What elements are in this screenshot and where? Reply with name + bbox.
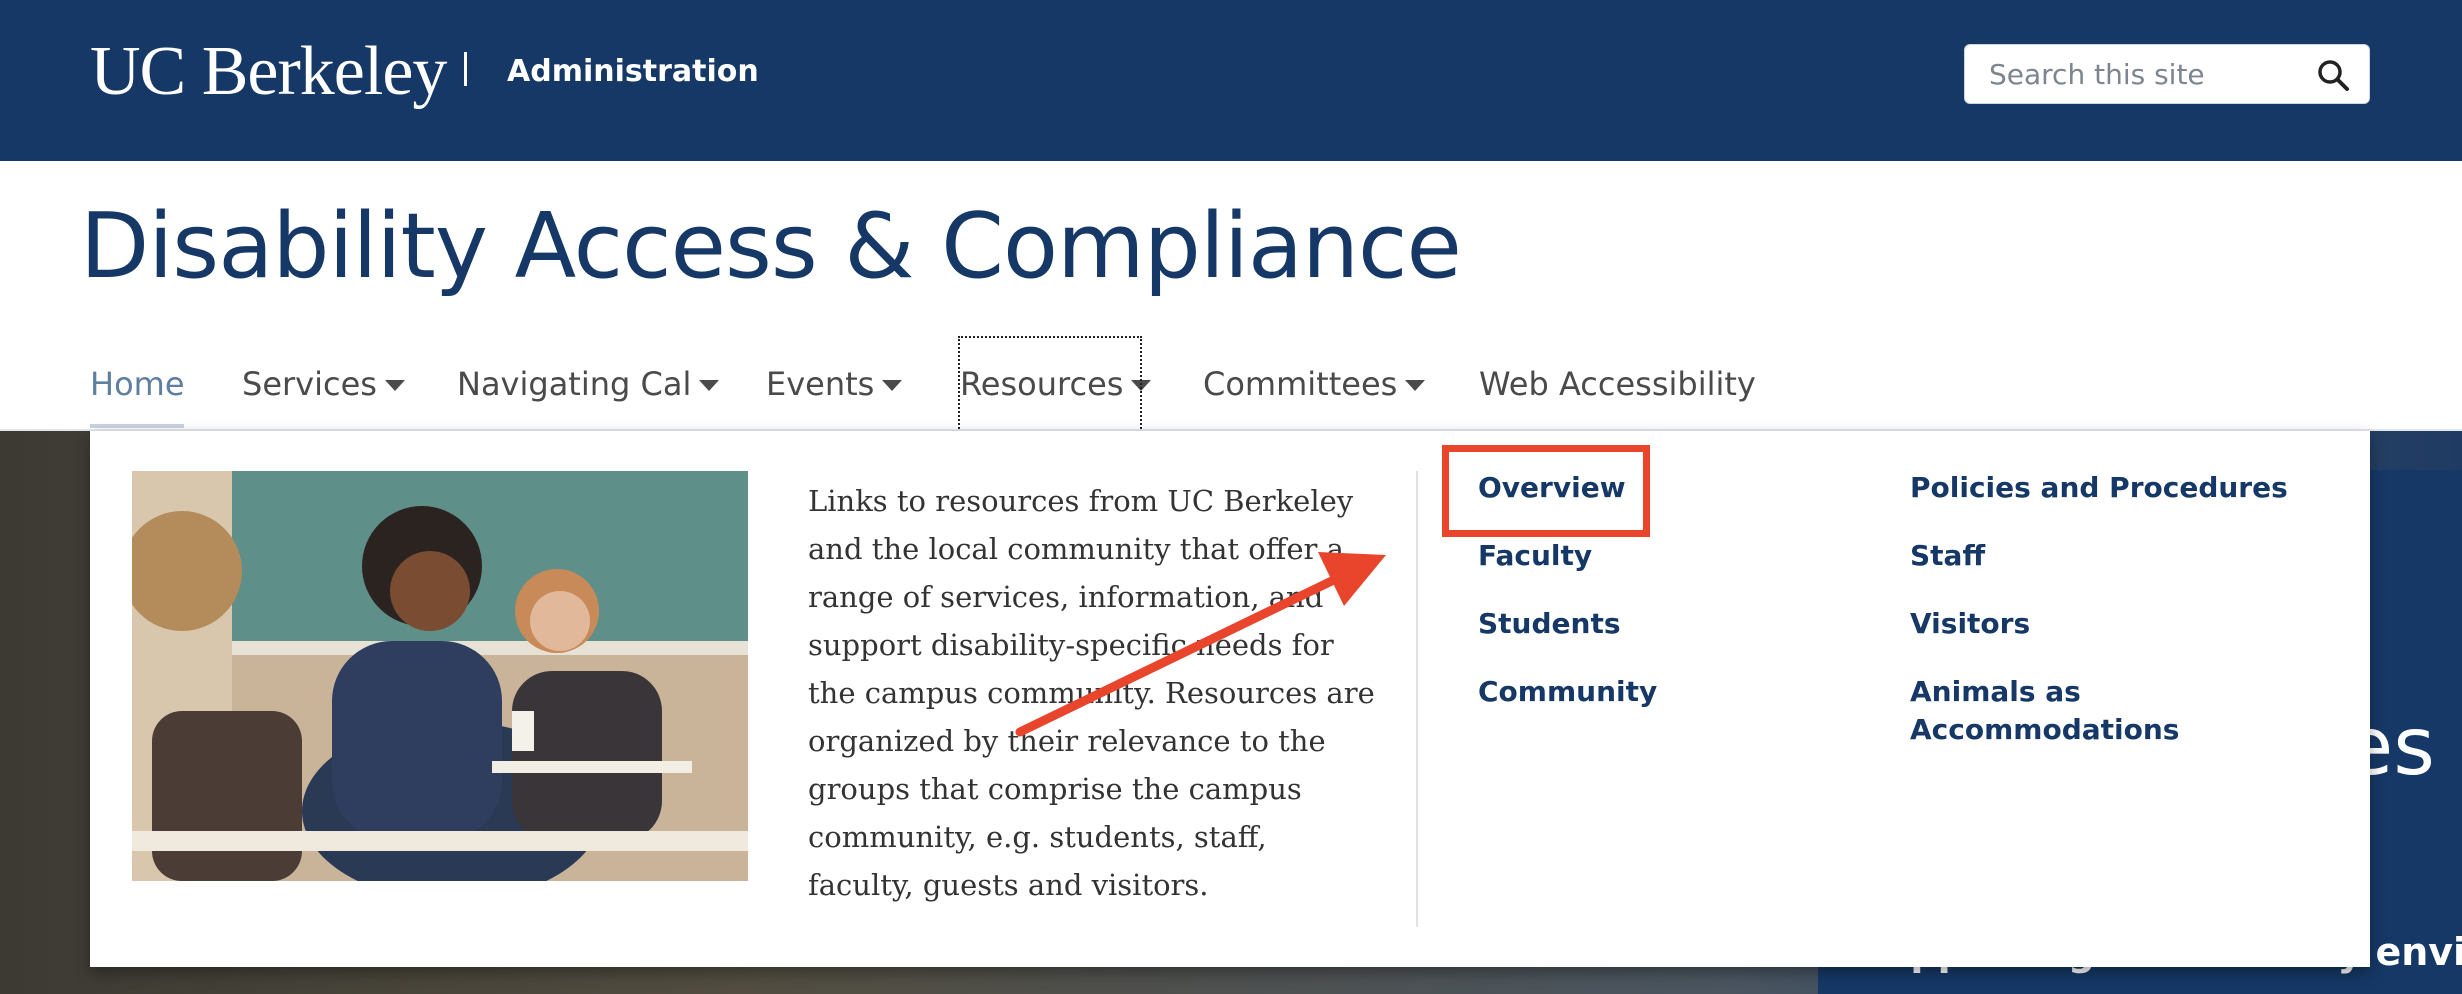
link-policies-and-procedures[interactable]: Policies and Procedures: [1910, 469, 2288, 507]
nav-resources-label: Resources: [960, 365, 1124, 403]
caret-down-icon: [699, 380, 720, 391]
nav-services-label: Services: [242, 365, 377, 403]
nav-web-accessibility[interactable]: Web Accessibility: [1479, 338, 1756, 430]
administration-link[interactable]: Administration: [507, 52, 759, 92]
link-staff[interactable]: Staff: [1910, 537, 1985, 575]
link-visitors[interactable]: Visitors: [1910, 605, 2030, 643]
nav-committees-label: Committees: [1203, 365, 1398, 403]
nav-events-label: Events: [766, 365, 875, 403]
resources-description: Links to resources from UC Berkeley and …: [808, 484, 1375, 902]
nav-committees[interactable]: Committees: [1203, 338, 1426, 430]
main-nav: Home Services Navigating Cal Events Reso…: [0, 336, 2462, 432]
link-students[interactable]: Students: [1478, 605, 1621, 643]
nav-navigating-cal-label: Navigating Cal: [457, 365, 692, 403]
link-community[interactable]: Community: [1478, 673, 1657, 711]
logo-divider: [464, 52, 467, 86]
nav-navigating-cal[interactable]: Navigating Cal: [457, 338, 720, 430]
caret-down-icon: [882, 380, 903, 391]
nav-resources[interactable]: Resources: [958, 336, 1152, 432]
nav-web-accessibility-label: Web Accessibility: [1479, 365, 1756, 403]
active-nav-indicator: [90, 424, 184, 428]
nav-home-label: Home: [90, 365, 185, 403]
site-title[interactable]: Disability Access & Compliance: [80, 192, 1462, 302]
nav-services[interactable]: Services: [242, 338, 405, 430]
nav-events[interactable]: Events: [766, 338, 903, 430]
search-input[interactable]: [1989, 45, 2289, 103]
resources-dropdown: Links to resources from UC Berkeley and …: [90, 431, 2370, 967]
students-classroom-photo: [132, 471, 748, 881]
search-box: [1964, 44, 2370, 104]
nav-home[interactable]: Home: [90, 338, 185, 430]
link-faculty[interactable]: Faculty: [1478, 537, 1592, 575]
link-animals-as-accommodations[interactable]: Animals as Accommodations: [1910, 673, 2270, 749]
top-bar: UC Berkeley Administration: [0, 0, 2462, 161]
search-icon[interactable]: [2315, 57, 2351, 93]
caret-down-icon: [1405, 380, 1426, 391]
caret-down-icon: [384, 380, 405, 391]
dropdown-divider: [1416, 471, 1418, 927]
uc-berkeley-logo[interactable]: UC Berkeley: [90, 32, 447, 112]
caret-down-icon: [1131, 380, 1152, 391]
annotation-highlight-box: [1442, 445, 1650, 537]
